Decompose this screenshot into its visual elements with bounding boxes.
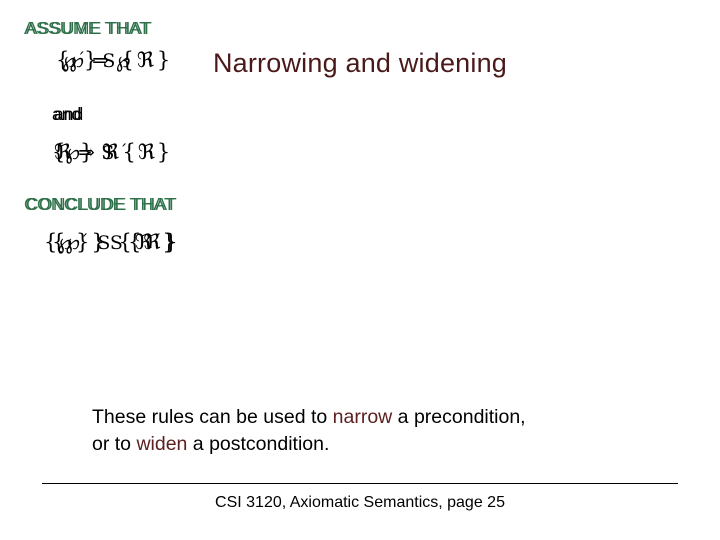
- brace-close: }: [76, 230, 90, 254]
- footer-label: CSI 3120, Axiomatic Semantics, page 25: [215, 494, 505, 511]
- weierstrass-p-symbol: ℘: [57, 230, 73, 254]
- fraktur-r-symbol: ℜ: [101, 140, 119, 164]
- brace-open: {: [56, 48, 70, 72]
- weierstrass-p-symbol: ℘: [69, 48, 85, 72]
- brace-close: }: [156, 140, 171, 164]
- statement-symbol: S: [97, 232, 111, 254]
- and-label-right: and: [52, 104, 82, 124]
- conclude-label-right: CONCLUDE THAT: [24, 194, 176, 214]
- fraktur-r-symbol: ℜ: [137, 140, 155, 164]
- explanation-part-1: These rules can be used to: [92, 406, 333, 428]
- widen-keyword: widen: [136, 433, 188, 455]
- statement-symbol: S: [102, 50, 116, 72]
- conclude-formula-right: {℘} S{ℜ´}: [44, 230, 178, 254]
- brace-close: }: [156, 48, 171, 72]
- assume-formula-right: {℘} S{ℜ}: [56, 48, 170, 72]
- brace-open: {: [118, 230, 132, 254]
- explanation-part-4: a postcondition.: [187, 433, 330, 455]
- assume-label-right: ASSUME THAT: [24, 18, 151, 38]
- implies-symbol: ⇒: [78, 140, 95, 164]
- brace-close: }: [164, 230, 178, 254]
- and-formula-right: ℜ ⇒ ℜ´: [54, 140, 127, 164]
- explanation-text: These rules can be used to narrow a prec…: [92, 404, 672, 458]
- brace-close: }: [84, 48, 98, 72]
- fraktur-r-symbol: ℜ: [134, 230, 152, 254]
- brace-open: {: [44, 230, 58, 254]
- narrow-keyword: narrow: [332, 406, 393, 428]
- footer-divider: [42, 483, 678, 484]
- prime-symbol: ´: [118, 142, 128, 162]
- fraktur-r-symbol: ℜ: [136, 48, 154, 72]
- fraktur-r-symbol: ℜ: [54, 140, 72, 164]
- explanation-part-2: a precondition,: [392, 406, 526, 428]
- brace-open: {: [120, 48, 134, 72]
- explanation-part-3: or to: [92, 433, 137, 455]
